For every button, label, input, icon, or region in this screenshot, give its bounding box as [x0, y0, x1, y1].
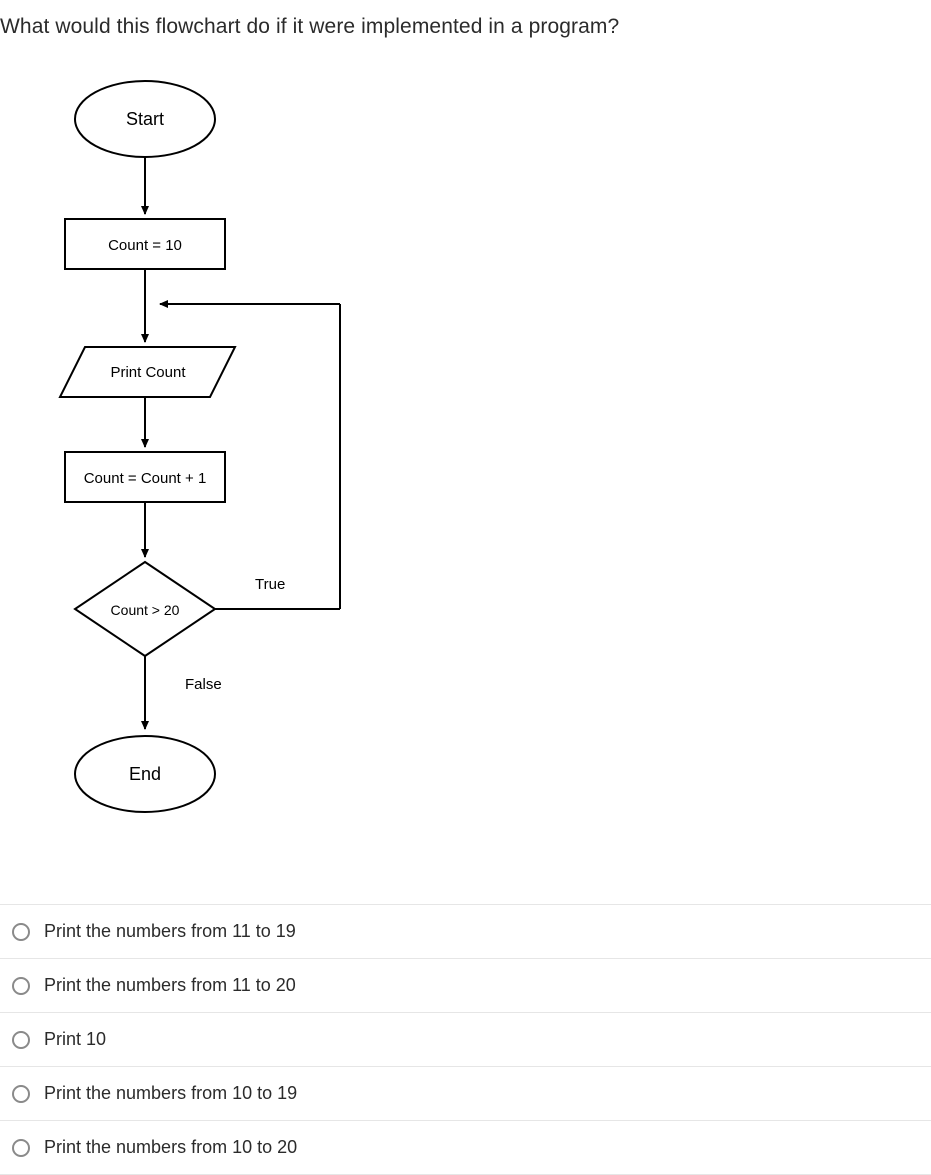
answer-option-label: Print the numbers from 10 to 19	[44, 1083, 297, 1104]
answer-option-5[interactable]: Print the numbers from 10 to 20	[0, 1121, 931, 1175]
flowchart-label-false: False	[185, 676, 222, 693]
flowchart-node-start: Start	[126, 109, 164, 129]
flowchart-node-decision: Count > 20	[111, 602, 180, 618]
radio-icon	[12, 1031, 30, 1049]
answer-option-label: Print the numbers from 11 to 19	[44, 921, 296, 942]
radio-icon	[12, 977, 30, 995]
answer-option-1[interactable]: Print the numbers from 11 to 19	[0, 905, 931, 959]
radio-icon	[12, 1139, 30, 1157]
answer-options-list: Print the numbers from 11 to 19 Print th…	[0, 904, 931, 1175]
answer-option-3[interactable]: Print 10	[0, 1013, 931, 1067]
radio-icon	[12, 1085, 30, 1103]
flowchart-node-inc: Count = Count + 1	[84, 470, 207, 487]
flowchart-node-init: Count = 10	[108, 237, 182, 254]
answer-option-label: Print the numbers from 10 to 20	[44, 1137, 297, 1158]
flowchart-label-true: True	[255, 576, 285, 593]
flowchart-node-print: Print Count	[110, 364, 186, 381]
radio-icon	[12, 923, 30, 941]
flowchart-container: Start Count = 10 Print Count Count = Cou…	[0, 49, 931, 904]
answer-option-label: Print the numbers from 11 to 20	[44, 975, 296, 996]
question-text: What would this flowchart do if it were …	[0, 0, 931, 49]
flowchart-svg: Start Count = 10 Print Count Count = Cou…	[40, 69, 400, 869]
answer-option-4[interactable]: Print the numbers from 10 to 19	[0, 1067, 931, 1121]
answer-option-2[interactable]: Print the numbers from 11 to 20	[0, 959, 931, 1013]
flowchart-node-end: End	[129, 764, 161, 784]
answer-option-label: Print 10	[44, 1029, 106, 1050]
